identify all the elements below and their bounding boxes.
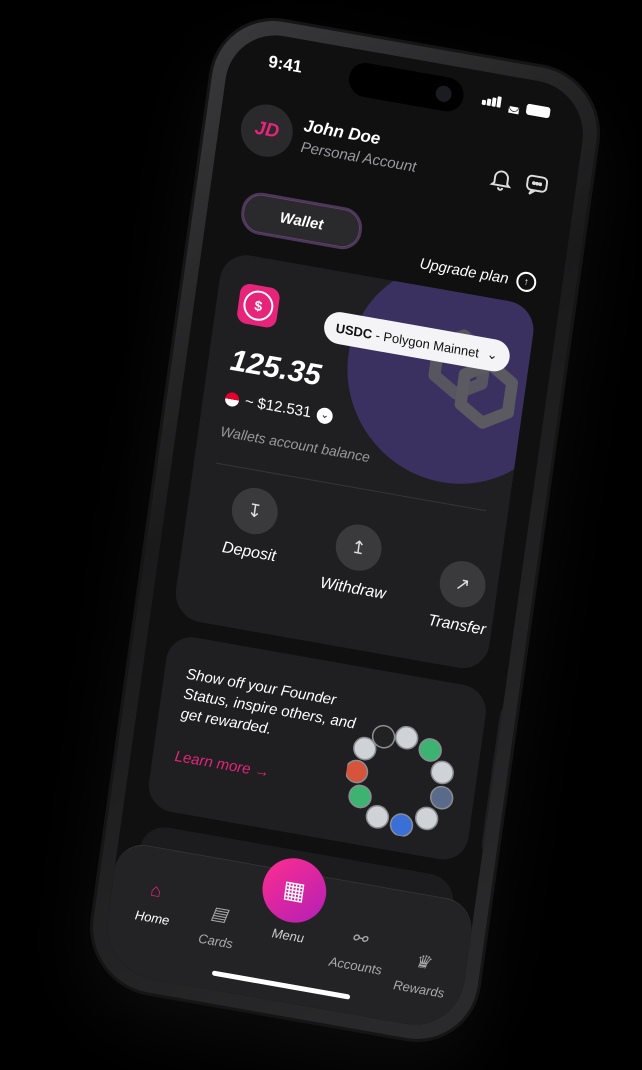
tab-accounts[interactable]: ⚯ Accounts — [325, 923, 390, 978]
tab-home[interactable]: ⌂ Home — [122, 875, 187, 930]
transfer-label: Transfer — [426, 611, 487, 639]
coin-ring-icon — [344, 724, 454, 837]
transfer-button[interactable]: ↗ Transfer — [401, 552, 520, 644]
upgrade-plan-label: Upgrade plan — [418, 254, 510, 288]
promo-peek-link[interactable]: L — [503, 806, 514, 824]
deposit-button[interactable]: ↧ Deposit — [193, 479, 312, 571]
home-indicator — [211, 970, 351, 1000]
battery-icon — [525, 102, 551, 118]
camera-icon — [434, 84, 453, 104]
withdraw-icon: ↥ — [332, 520, 385, 575]
grid-icon: ▦ — [281, 875, 308, 906]
tab-cards[interactable]: ▤ Cards — [185, 899, 250, 954]
status-time: 9:41 — [267, 51, 304, 77]
avatar[interactable]: JD — [237, 100, 297, 161]
phone-device: 9:41 ◛ JD John Doe Personal Account Wall… — [84, 10, 606, 1050]
deposit-label: Deposit — [221, 539, 277, 566]
app-screen: 9:41 ◛ JD John Doe Personal Account Wall… — [100, 27, 590, 1033]
bottom-tab-bar: ⌂ Home ▤ Cards ▦ Menu ⚯ Accounts ♛ Rewar… — [100, 840, 476, 1033]
tab-menu-label: Menu — [270, 925, 306, 946]
stage: 9:41 ◛ JD John Doe Personal Account Wall… — [0, 0, 642, 1070]
arrow-up-icon: ↑ — [515, 270, 538, 294]
promo-peek-text: S S re — [507, 735, 525, 795]
trophy-icon: ♛ — [413, 950, 432, 974]
wallet-tab-button[interactable]: Wallet — [238, 189, 365, 253]
wifi-icon: ◛ — [507, 97, 522, 115]
chat-icon[interactable] — [522, 170, 551, 200]
withdraw-label: Withdraw — [318, 574, 387, 603]
tab-cards-label: Cards — [197, 930, 234, 952]
card-icon: ▤ — [209, 902, 230, 926]
bell-icon[interactable] — [487, 164, 516, 194]
flag-icon — [224, 390, 241, 408]
chevron-down-icon: ⌄ — [315, 406, 334, 425]
wallet-balance: 125.35 — [228, 343, 324, 393]
transfer-icon: ↗ — [436, 557, 489, 611]
promo-card-peek[interactable]: S S re L — [478, 691, 563, 877]
fiat-balance-row[interactable]: ~ $12.531 ⌄ — [224, 389, 334, 425]
fiat-value: ~ $12.531 — [243, 392, 313, 422]
learn-more-link[interactable]: Learn more → — [174, 748, 271, 781]
dynamic-island — [346, 60, 466, 115]
balance-label: Wallets account balance — [219, 423, 371, 466]
signal-icon — [481, 92, 503, 113]
tab-rewards-label: Rewards — [392, 977, 446, 1001]
users-icon: ⚯ — [350, 927, 369, 950]
usdc-coin-icon: $ — [235, 282, 281, 329]
tab-rewards[interactable]: ♛ Rewards — [388, 947, 453, 1002]
chevron-down-icon: ⌄ — [485, 346, 499, 363]
phone-frame: 9:41 ◛ JD John Doe Personal Account Wall… — [84, 10, 606, 1050]
founder-promo-card[interactable]: Show off your Founder Status, inspire ot… — [145, 633, 490, 864]
tab-accounts-label: Accounts — [328, 953, 383, 978]
withdraw-button[interactable]: ↥ Withdraw — [297, 515, 416, 607]
tab-home-label: Home — [134, 907, 171, 929]
deposit-icon: ↧ — [228, 484, 281, 538]
status-icons: ◛ — [481, 92, 551, 122]
promo-text: Show off your Founder Status, inspire ot… — [179, 665, 357, 739]
wallet-card: $ USDC - Polygon Mainnet ⌄ 125.35 ~ $12.… — [172, 250, 538, 673]
home-icon: ⌂ — [149, 879, 163, 902]
